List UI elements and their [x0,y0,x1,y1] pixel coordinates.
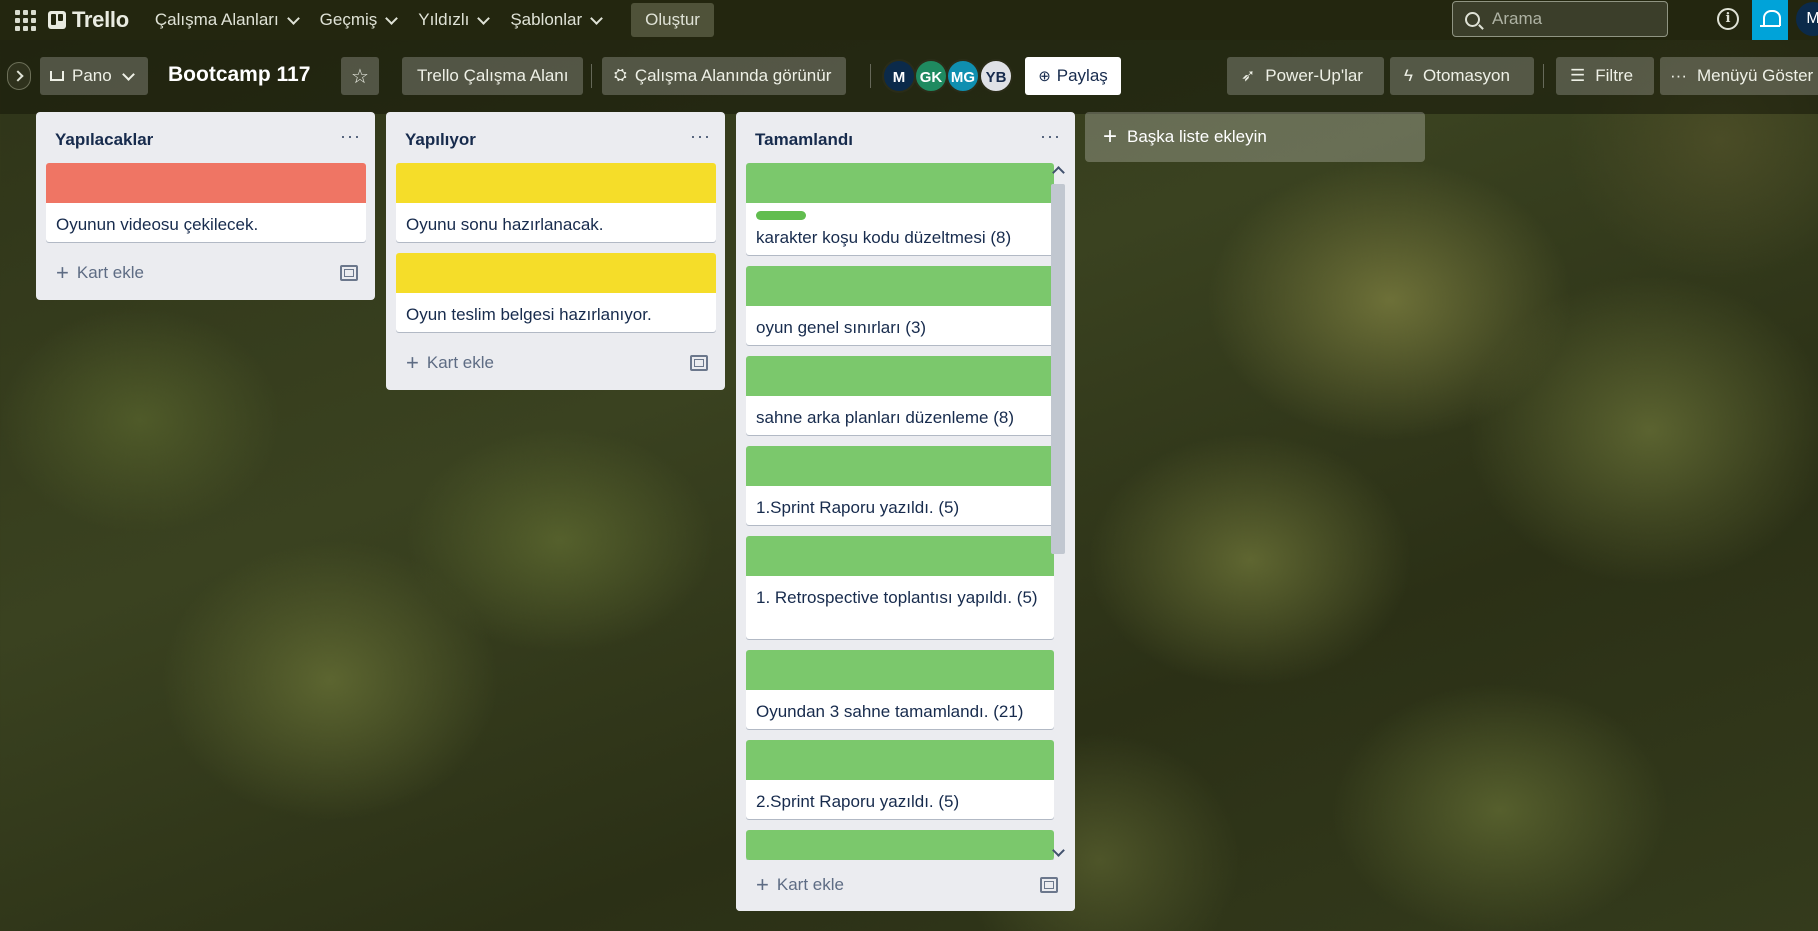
list-title[interactable]: Yapılacaklar [55,130,153,150]
nav-recent[interactable]: Geçmiş [320,10,399,30]
plus-icon: + [1103,123,1118,150]
card-title: sahne arka planları düzenleme (8) [756,408,1014,427]
card-cover [46,163,366,203]
member-avatar[interactable]: GK [914,59,948,93]
search-icon [1465,11,1480,27]
card-title: Oyunun videosu çekilecek. [56,215,259,234]
people-icon: ⛭ [614,67,627,84]
share-button[interactable]: ⊕ Paylaş [1025,57,1121,95]
card-title: 1. Retrospective toplantısı yapıldı. (5) [756,588,1038,607]
card-title: Oyunu sonu hazırlanacak. [406,215,604,234]
chevron-down-icon [121,67,135,81]
card[interactable]: Oyunu sonu hazırlanacak. [396,163,716,242]
filter-icon: ☰ [1570,66,1586,85]
list-tamamlandi: Tamamlandı ··· karakter koşu kodu düzelt… [736,112,1075,911]
visibility-button[interactable]: ⛭ Çalışma Alanında görünür [602,57,847,95]
member-avatar[interactable]: M [882,59,916,93]
create-button[interactable]: Oluştur [631,3,714,37]
add-card-button[interactable]: + Kart ekle [406,350,494,376]
notifications-bell-icon[interactable] [1752,0,1788,40]
card[interactable]: oyun genel sınırları (3) [746,266,1054,345]
star-button[interactable]: ☆ [341,57,379,95]
member-avatar[interactable]: MG [946,59,980,93]
card-cover [396,163,716,203]
nav-workspaces[interactable]: Çalışma Alanları [155,10,300,30]
plus-icon: + [56,260,69,285]
plus-icon: + [756,872,769,897]
list-scrollbar[interactable] [1047,162,1069,862]
card[interactable]: Oyunun videosu çekilecek. [46,163,366,242]
board-view-switcher[interactable]: Pano [40,57,148,95]
card-cover [746,740,1054,780]
trello-logo[interactable]: Trello [48,7,129,33]
filter-button[interactable]: ☰ Filtre [1556,57,1654,95]
star-icon: ☆ [351,65,369,88]
card-title: 1.Sprint Raporu yazıldı. (5) [756,498,960,517]
search-input[interactable]: Arama [1452,1,1668,37]
list-menu-icon[interactable]: ··· [1040,126,1061,147]
card[interactable]: sahne arka planları düzenleme (8) [746,356,1054,435]
scrollbar-thumb[interactable] [1051,184,1065,554]
nav-templates[interactable]: Şablonlar [510,10,604,30]
add-list-button[interactable]: + Başka liste ekleyin [1085,112,1425,162]
card[interactable]: Oyun teslim belgesi hazırlanıyor. [396,253,716,332]
list-yapiliyor: Yapılıyor ··· Oyunu sonu hazırlanacak. O… [386,112,725,390]
trello-board-icon [48,11,66,29]
more-icon: ··· [1670,66,1687,85]
card-cover [746,356,1054,396]
card-title: oyun genel sınırları (3) [756,318,927,337]
card-title: 2.Sprint Raporu yazıldı. (5) [756,792,960,811]
power-ups-button[interactable]: ➶ Power-Up'lar [1227,57,1384,95]
card-cover [746,650,1054,690]
show-menu-button[interactable]: ··· Menüyü Göster [1660,57,1818,95]
scroll-down-icon[interactable] [1052,844,1065,857]
chevron-down-icon [477,11,491,25]
list-menu-icon[interactable]: ··· [340,126,361,147]
nav-starred[interactable]: Yıldızlı [418,10,491,30]
divider [1543,64,1544,88]
board-view-icon [50,71,64,81]
card-label[interactable] [756,211,806,220]
app-switcher-icon[interactable] [14,9,36,31]
card-cover [746,446,1054,486]
card[interactable]: 1.Sprint Raporu yazıldı. (5) [746,446,1054,525]
card-cover [746,536,1054,576]
card[interactable]: Oyundan 3 sahne tamamlandı. (21) [746,650,1054,729]
card[interactable]: 1. Retrospective toplantısı yapıldı. (5) [746,536,1054,639]
chevron-down-icon [286,11,300,25]
card[interactable] [746,830,1054,860]
list-title[interactable]: Tamamlandı [755,130,853,150]
rocket-icon: ➶ [1241,66,1256,85]
card-cover [746,830,1054,860]
card-template-icon[interactable] [340,265,358,281]
card-cover [746,163,1054,203]
lightning-icon: ϟ [1404,66,1413,85]
list-yapilacaklar: Yapılacaklar ··· Oyunun videosu çekilece… [36,112,375,300]
card[interactable]: 2.Sprint Raporu yazıldı. (5) [746,740,1054,819]
add-card-button[interactable]: + Kart ekle [56,260,144,286]
divider [591,64,592,88]
add-person-icon: ⊕ [1038,68,1051,85]
list-title[interactable]: Yapılıyor [405,130,476,150]
card[interactable]: karakter koşu kodu düzeltmesi (8) [746,163,1054,255]
divider [870,64,871,88]
member-avatar[interactable]: YB [979,59,1013,93]
info-icon[interactable]: i [1717,8,1739,30]
add-card-button[interactable]: + Kart ekle [756,872,844,898]
card-title: Oyundan 3 sahne tamamlandı. (21) [756,702,1024,721]
automation-button[interactable]: ϟ Otomasyon [1390,57,1534,95]
board-title[interactable]: Bootcamp 117 [168,63,310,87]
card-cover [396,253,716,293]
scroll-up-icon[interactable] [1052,166,1065,179]
card-template-icon[interactable] [690,355,708,371]
card-template-icon[interactable] [1040,877,1058,893]
chevron-down-icon [385,11,399,25]
chevron-down-icon [590,11,604,25]
card-cover [746,266,1054,306]
sidebar-expand-icon[interactable] [7,62,31,90]
card-title: Oyun teslim belgesi hazırlanıyor. [406,305,652,324]
list-menu-icon[interactable]: ··· [690,126,711,147]
plus-icon: + [406,350,419,375]
workspace-button[interactable]: Trello Çalışma Alanı [402,57,584,95]
